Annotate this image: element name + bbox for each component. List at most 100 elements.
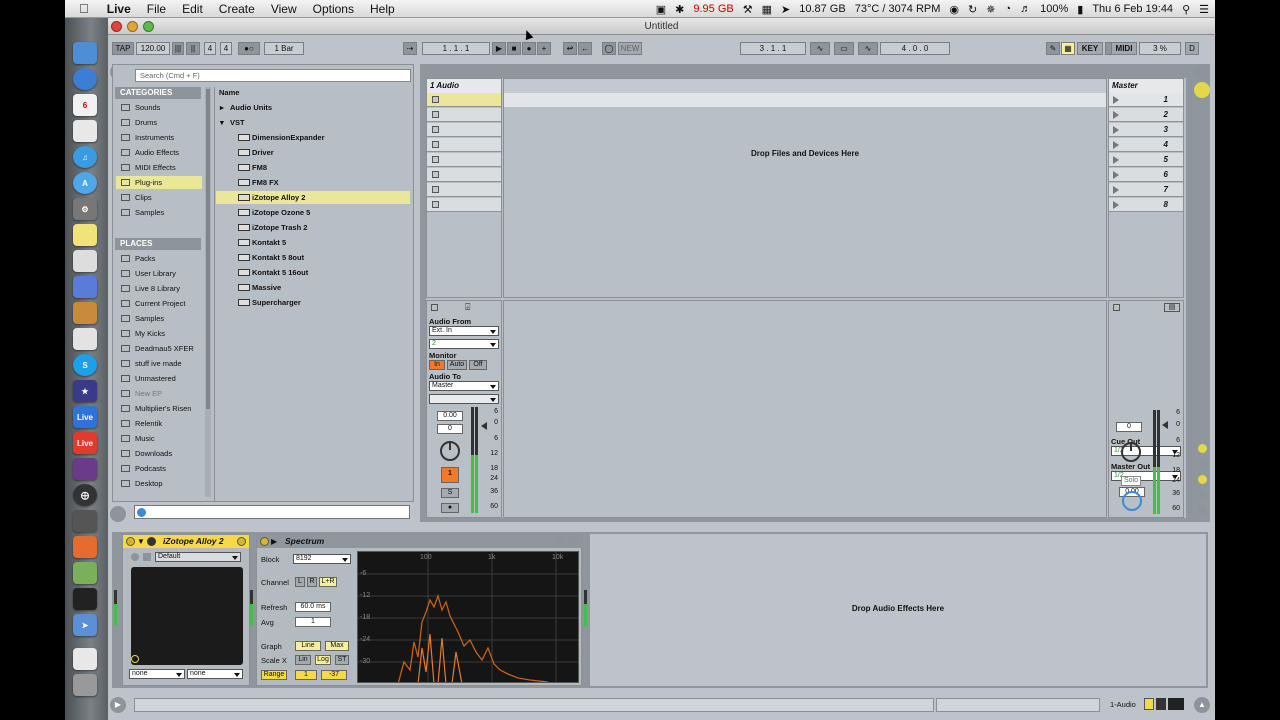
menu-help[interactable]: Help — [362, 2, 403, 16]
place-item[interactable]: Downloads — [116, 447, 202, 460]
signature-numerator[interactable]: 4 — [204, 42, 216, 55]
plugin-item[interactable]: FM8 FX — [216, 176, 410, 189]
drop-area[interactable]: Drop Files and Devices Here — [503, 78, 1107, 298]
category-sounds[interactable]: Sounds — [116, 101, 202, 114]
punch-in-icon[interactable]: ∿ — [810, 42, 830, 55]
wrench-icon[interactable]: ⚒ — [743, 3, 753, 16]
calendar-icon[interactable]: 6 — [73, 94, 97, 116]
activity-monitor-icon[interactable] — [73, 588, 97, 610]
preset-hotswap-icon[interactable] — [143, 553, 151, 561]
clock[interactable]: Thu 6 Feb 19:44 — [1092, 3, 1173, 15]
category-clips[interactable]: Clips — [116, 191, 202, 204]
place-item[interactable]: Music — [116, 432, 202, 445]
place-item[interactable]: Packs — [116, 252, 202, 265]
param-select-left[interactable]: none — [129, 669, 185, 679]
audio-to-select[interactable]: Master — [429, 381, 499, 391]
track-view-icon[interactable] — [1144, 698, 1154, 710]
play-triangle-icon[interactable] — [1113, 126, 1119, 134]
bluetooth-icon[interactable]: ✵ — [986, 3, 995, 16]
stop-square-icon[interactable] — [432, 156, 439, 163]
systemprefs-icon[interactable]: ⚙ — [73, 198, 97, 220]
place-item[interactable]: User Library — [116, 267, 202, 280]
maps-icon[interactable] — [73, 562, 97, 584]
plugin-item[interactable]: iZotope Trash 2 — [216, 221, 410, 234]
device-title[interactable]: iZotope Alloy 2 — [163, 536, 224, 546]
imovie-star-icon[interactable]: ★ — [73, 380, 97, 402]
place-item[interactable]: My Kicks — [116, 327, 202, 340]
clip-slot[interactable] — [427, 153, 501, 167]
track-activator[interactable]: 1 — [441, 467, 459, 483]
category-audio-effects[interactable]: Audio Effects — [116, 146, 202, 159]
disk-status[interactable]: 10.87 GB — [799, 3, 845, 15]
spotlight-icon[interactable]: ⚲ — [1182, 3, 1190, 16]
place-item[interactable]: stuff ive made — [116, 357, 202, 370]
category-samples[interactable]: Samples — [116, 206, 202, 219]
folder-audio-units[interactable]: ▸ Audio Units — [216, 101, 410, 114]
stop-square-icon[interactable] — [432, 111, 439, 118]
plugin-item[interactable]: Supercharger — [216, 296, 410, 309]
device-edit-icon[interactable] — [147, 537, 156, 546]
computer-midi-icon[interactable]: ▦ — [1061, 42, 1075, 55]
place-item[interactable]: Desktop — [116, 477, 202, 490]
clip-slot[interactable] — [427, 138, 501, 152]
back-to-arrangement-icon[interactable]: ← — [578, 42, 592, 55]
stop-all-clips-icon[interactable] — [1113, 304, 1120, 311]
crossfader-icon[interactable]: ▤ — [1164, 303, 1180, 312]
play-triangle-icon[interactable] — [1113, 111, 1119, 119]
menu-options[interactable]: Options — [305, 2, 362, 16]
pan-field[interactable]: 0 — [437, 424, 463, 434]
volume-field[interactable]: 0.00 — [437, 411, 463, 421]
preset-save-icon[interactable] — [131, 553, 139, 561]
io-toggle-icon[interactable] — [1198, 444, 1207, 453]
plugin-item[interactable]: Driver — [216, 146, 410, 159]
param-select-right[interactable]: none — [187, 669, 243, 679]
gamepad-icon[interactable]: ◉ — [949, 3, 959, 16]
reminders-icon[interactable] — [73, 120, 97, 142]
category-midi-effects[interactable]: MIDI Effects — [116, 161, 202, 174]
play-triangle-icon[interactable] — [1113, 186, 1119, 194]
mixer-toggle-icon[interactable] — [1198, 490, 1207, 499]
safari-icon[interactable] — [73, 68, 97, 90]
notification-icon[interactable]: ☰ — [1199, 3, 1209, 16]
device-power-icon[interactable] — [126, 537, 135, 546]
audio-from-select[interactable]: Ext. In — [429, 326, 499, 336]
session-view-icon[interactable] — [1194, 64, 1210, 80]
scale-lin-button[interactable]: Lin — [295, 655, 311, 665]
plugin-item[interactable]: Massive — [216, 281, 410, 294]
follow-icon[interactable]: ⇢ — [403, 42, 417, 55]
overdub-icon[interactable]: + — [537, 42, 551, 55]
apple-menu-icon[interactable]:  — [65, 1, 99, 16]
place-item[interactable]: Podcasts — [116, 462, 202, 475]
range-button[interactable]: Range — [261, 670, 287, 680]
key-map-button[interactable]: KEY — [1077, 42, 1103, 55]
monitor-in-button[interactable]: In — [429, 360, 445, 370]
preview-icon[interactable] — [73, 302, 97, 324]
sends-toggle-icon[interactable] — [1198, 460, 1207, 469]
play-triangle-icon[interactable] — [1113, 141, 1119, 149]
plugin-item[interactable]: Kontakt 5 16out — [216, 266, 410, 279]
scene-launch[interactable]: 2 — [1109, 108, 1183, 122]
stop-button[interactable]: ■ — [507, 42, 521, 55]
scene-launch[interactable]: 5 — [1109, 153, 1183, 167]
device-expand-icon[interactable] — [556, 537, 565, 546]
grid-icon[interactable]: ▦ — [762, 3, 772, 16]
plugin-item[interactable]: DimensionExpander — [216, 131, 410, 144]
cursor-icon[interactable]: ➤ — [781, 3, 790, 16]
draw-mode-icon[interactable]: ✎ — [1046, 42, 1060, 55]
menu-file[interactable]: File — [139, 2, 174, 16]
graph-max-button[interactable]: Max — [325, 641, 349, 651]
menu-edit[interactable]: Edit — [174, 2, 211, 16]
metronome-icon[interactable]: ●○ — [238, 42, 260, 55]
appstore-icon[interactable]: A — [73, 172, 97, 194]
pan-knob[interactable] — [440, 441, 460, 461]
trash-icon[interactable] — [73, 674, 97, 696]
arrangement-view-icon[interactable] — [1194, 82, 1210, 98]
range-high-field[interactable]: 1 — [295, 670, 317, 680]
finalcut-icon[interactable] — [73, 458, 97, 480]
loop-switch-icon[interactable]: ▭ — [834, 42, 854, 55]
tap-button[interactable]: TAP — [112, 42, 134, 55]
stop-square-icon[interactable] — [432, 186, 439, 193]
returns-toggle-icon[interactable] — [1198, 475, 1207, 484]
plugin-wrench-icon[interactable] — [131, 655, 139, 663]
spectrum-display[interactable]: 100 1k 10k -6 -12 -18 -24 -30 — [357, 551, 579, 683]
